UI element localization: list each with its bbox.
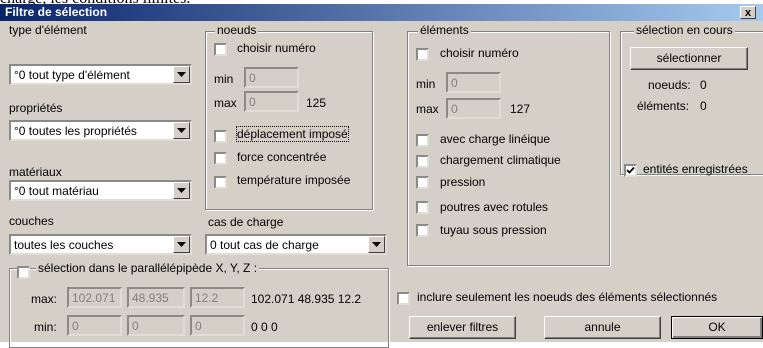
min-summary-text: 0 0 0 [251,320,278,334]
max-z-input[interactable]: 12.2 [190,287,245,308]
max-y-input[interactable]: 48.935 [127,287,185,308]
hinged-beams-checkbox[interactable] [416,201,429,214]
concentrated-force-label: force concentrée [237,150,327,164]
pressure-label: pression [440,175,486,189]
materials-label: matériaux [9,165,62,179]
linear-load-checkbox[interactable] [416,134,429,147]
nodes-choose-number-label: choisir numéro [237,41,316,55]
window-title: Filtre de sélection [5,5,108,19]
properties-label: propriétés [9,101,63,115]
min-y-value: 0 [132,319,139,333]
elements-choose-number-label: choisir numéro [440,46,519,60]
layers-label: couches [9,214,54,228]
element-type-label: type d'élément [9,23,87,37]
imposed-displacement-label: déplacement imposé [236,126,349,142]
title-bar: Filtre de sélection x [0,4,763,21]
include-only-nodes-label: inclure seulement les noeuds des élément… [417,290,718,304]
pressurized-pipe-checkbox[interactable] [416,224,429,237]
chevron-down-icon[interactable] [173,236,190,253]
element-type-select[interactable]: °0 tout type d'élément [9,64,192,85]
chevron-down-icon[interactable] [368,236,385,253]
checkmark-icon [626,166,635,174]
imposed-temperature-checkbox[interactable] [214,176,227,189]
elements-choose-number-checkbox[interactable] [416,48,429,61]
imposed-temperature-label: température imposée [237,173,351,187]
concentrated-force-checkbox[interactable] [214,152,227,165]
chevron-down-icon[interactable] [173,122,190,139]
saved-entities-checkbox[interactable] [624,164,637,177]
properties-select[interactable]: °0 toutes les propriétés [9,120,192,141]
min-label: min: [34,320,57,334]
linear-load-label: avec charge linéique [440,132,551,146]
elements-count: 127 [510,102,531,116]
selected-nodes-label: noeuds: [648,78,691,92]
saved-entities-label: entités enregistrées [643,162,748,176]
pressure-checkbox[interactable] [416,176,429,189]
cancel-button[interactable]: annule [544,316,661,339]
include-only-nodes-checkbox[interactable] [397,292,410,305]
selection-filter-dialog: Filtre de sélection x type d'élément °0 … [0,4,763,348]
max-y-value: 48.935 [132,291,169,305]
nodes-max-label: max [214,96,237,110]
close-button[interactable]: x [740,6,756,19]
load-case-select[interactable]: 0 tout cas de charge [205,234,387,255]
max-x-input[interactable]: 102.071 [67,287,122,308]
nodes-min-label: min [214,72,234,86]
nodes-max-input[interactable]: 0 [244,91,299,112]
max-label: max: [31,292,58,306]
chevron-down-icon[interactable] [173,182,190,199]
max-x-value: 102.071 [72,291,116,305]
load-case-label: cas de charge [208,215,284,229]
parallelepiped-title: sélection dans le parallélépipède X, Y, … [36,261,260,275]
min-z-value: 0 [195,319,202,333]
layers-value: toutes les couches [14,238,114,252]
min-y-input[interactable]: 0 [127,315,185,336]
climatic-load-label: chargement climatique [440,153,561,167]
properties-value: °0 toutes les propriétés [14,124,137,138]
pressurized-pipe-label: tuyau sous pression [440,223,547,237]
elements-max-label: max [416,102,439,116]
ok-button[interactable]: OK [671,316,763,339]
elements-min-label: min [416,77,436,91]
nodes-max-value: 0 [249,95,256,109]
elements-max-value: 0 [451,102,458,116]
nodes-min-value: 0 [249,71,256,85]
selected-elements-value: 0 [700,99,707,113]
nodes-min-input[interactable]: 0 [244,67,299,88]
imposed-displacement-checkbox[interactable] [214,130,227,143]
selected-elements-label: éléments: [637,99,690,113]
min-x-input[interactable]: 0 [67,315,122,336]
min-x-value: 0 [72,319,79,333]
load-case-value: 0 tout cas de charge [210,238,319,252]
max-z-value: 12.2 [195,291,219,305]
climatic-load-checkbox[interactable] [416,155,429,168]
elements-group-title: éléments [418,23,471,37]
elements-max-input[interactable]: 0 [446,98,501,119]
hinged-beams-label: poutres avec rotules [440,200,549,214]
materials-select[interactable]: °0 tout matériau [9,180,192,201]
elements-min-input[interactable]: 0 [446,72,501,93]
nodes-group-title: noeuds [215,23,259,37]
elements-min-value: 0 [451,76,458,90]
min-z-input[interactable]: 0 [190,315,245,336]
max-summary-text: 102.071 48.935 12.2 [251,292,362,306]
materials-value: °0 tout matériau [14,184,99,198]
element-type-value: °0 tout type d'élément [14,68,130,82]
parallelepiped-group [9,268,389,348]
nodes-choose-number-checkbox[interactable] [214,43,227,56]
layers-select[interactable]: toutes les couches [9,234,192,255]
parallelepiped-checkbox[interactable] [17,266,30,279]
nodes-count: 125 [306,96,327,110]
current-selection-title: sélection en cours [634,23,735,37]
selected-nodes-value: 0 [700,78,707,92]
select-button[interactable]: sélectionner [630,47,748,70]
chevron-down-icon[interactable] [173,66,190,83]
remove-filters-button[interactable]: enlever filtres [409,316,516,339]
